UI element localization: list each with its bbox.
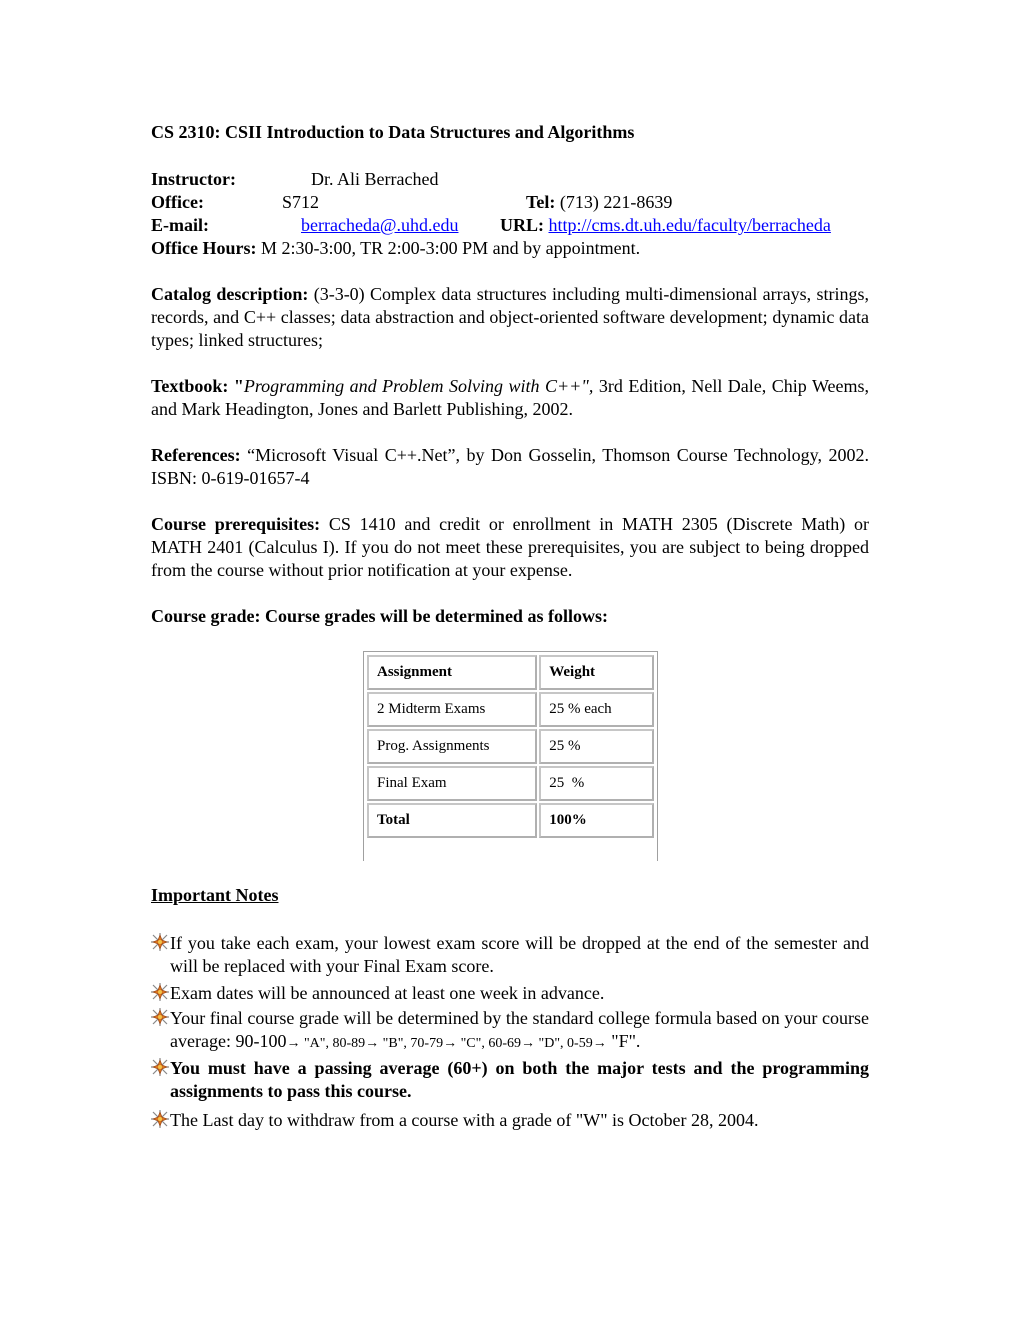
grade-table-container: Assignment Weight 2 Midterm Exams 25 % e…: [363, 651, 658, 861]
assignment-cell: Final Exam: [367, 766, 538, 801]
table-row: 2 Midterm Exams 25 % each: [367, 692, 654, 727]
table-row: Prog. Assignments 25 %: [367, 729, 654, 764]
office-hours-label: Office Hours:: [151, 238, 257, 258]
grade-scale-middle: → "A", 80-89→ "B", 70-79→ "C", 60-69→ "D…: [286, 1036, 607, 1051]
note-item: The Last day to withdraw from a course w…: [151, 1109, 869, 1132]
email-link[interactable]: berracheda@.uhd.edu: [301, 215, 459, 235]
page-title: CS 2310: CSII Introduction to Data Struc…: [151, 122, 635, 142]
grade-scale-first: 90-100: [235, 1031, 287, 1051]
header-assignment: Assignment: [367, 655, 538, 690]
office-hours-value: M 2:30-3:00, TR 2:00-3:00 PM and by appo…: [260, 238, 641, 258]
office-label: Office:: [151, 192, 204, 212]
url-field: URL: http://cms.dt.uh.edu/faculty/berrac…: [500, 214, 831, 237]
email-label: E-mail:: [151, 215, 209, 235]
note-item: If you take each exam, your lowest exam …: [151, 932, 869, 978]
instructor-name: Dr. Ali Berrached: [311, 169, 439, 189]
grade-scale-last: "F".: [611, 1031, 641, 1051]
starburst-bullet-icon: [151, 1058, 169, 1076]
starburst-bullet-icon: [151, 933, 169, 951]
url-link[interactable]: http://cms.dt.uh.edu/faculty/berracheda: [549, 215, 831, 235]
note-text-wrap: Your final course grade will be determin…: [151, 1007, 869, 1055]
assignment-cell: 2 Midterm Exams: [367, 692, 538, 727]
table-total-row: Total 100%: [367, 803, 654, 838]
note-text: You must have a passing average (60+) on…: [170, 1058, 869, 1101]
instructor-row: Instructor: Dr. Ali Berrached: [151, 168, 869, 191]
table-row: Final Exam 25 %: [367, 766, 654, 801]
textbook-title: Programming and Problem Solving with C++…: [243, 376, 594, 396]
starburst-bullet-icon: [151, 1110, 169, 1128]
total-label-cell: Total: [367, 803, 538, 838]
tel-label: Tel:: [526, 192, 556, 212]
references: References: “Microsoft Visual C++.Net”, …: [151, 444, 869, 490]
catalog-description: Catalog description: (3-3-0) Complex dat…: [151, 283, 869, 352]
weight-cell: 25 % each: [539, 692, 654, 727]
note-item-important: You must have a passing average (60+) on…: [151, 1057, 869, 1103]
weight-cell: 25 %: [539, 729, 654, 764]
course-grade-heading: Course grade: Course grades will be dete…: [151, 606, 608, 626]
office-row: Office: S712 Tel: (713) 221-8639: [151, 191, 869, 214]
header-weight: Weight: [539, 655, 654, 690]
assignment-cell: Prog. Assignments: [367, 729, 538, 764]
tel-field: Tel: (713) 221-8639: [526, 191, 672, 214]
email-row: E-mail: berracheda@.uhd.edu URL: http://c…: [151, 214, 869, 237]
references-text: “Microsoft Visual C++.Net”, by Don Gosse…: [151, 445, 870, 488]
office-value: S712: [282, 192, 320, 212]
total-value-cell: 100%: [539, 803, 654, 838]
instructor-label: Instructor:: [151, 169, 236, 189]
important-notes-heading: Important Notes: [151, 885, 279, 905]
table-header-row: Assignment Weight: [367, 655, 654, 690]
prerequisites: Course prerequisites: CS 1410 and credit…: [151, 513, 869, 582]
catalog-label: Catalog description:: [151, 284, 309, 304]
note-text: If you take each exam, your lowest exam …: [170, 933, 869, 976]
url-label: URL:: [500, 215, 544, 235]
prerequisites-label: Course prerequisites:: [151, 514, 321, 534]
grade-table: Assignment Weight 2 Midterm Exams 25 % e…: [365, 653, 656, 840]
note-item: Your final course grade will be determin…: [151, 1007, 869, 1055]
note-text: Exam dates will be announced at least on…: [170, 983, 605, 1003]
textbook-label: Textbook: ": [151, 376, 244, 396]
tel-value: (713) 221-8639: [559, 192, 673, 212]
references-label: References:: [151, 445, 241, 465]
starburst-bullet-icon: [151, 983, 169, 1001]
starburst-bullet-icon: [151, 1008, 169, 1026]
instructor-info: Instructor: Dr. Ali Berrached Office: S712…: [151, 168, 869, 260]
office-hours-row: Office Hours: M 2:30-3:00, TR 2:00-3:00 …: [151, 237, 869, 260]
textbook: Textbook: "Programming and Problem Solvi…: [151, 375, 869, 421]
weight-cell: 25 %: [539, 766, 654, 801]
note-item: Exam dates will be announced at least on…: [151, 982, 869, 1005]
note-text: The Last day to withdraw from a course w…: [170, 1110, 759, 1130]
